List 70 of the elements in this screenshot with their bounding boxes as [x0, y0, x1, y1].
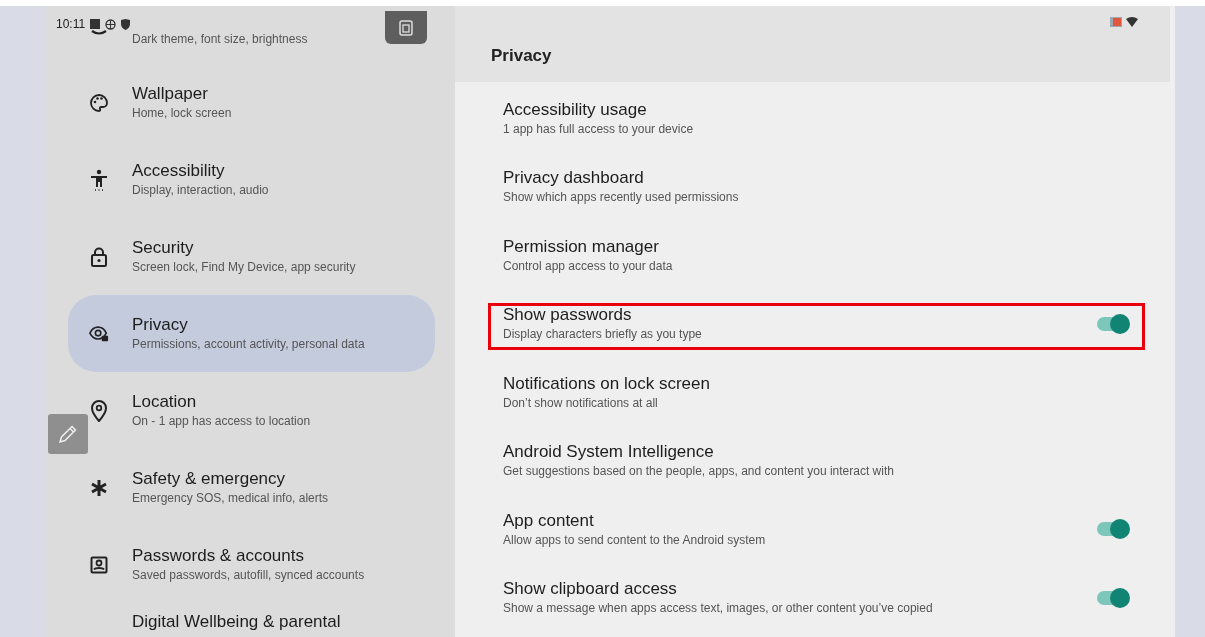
screenshot-button[interactable]	[385, 11, 427, 44]
item-subtitle: On - 1 app has access to location	[132, 413, 311, 430]
row-subtitle: Display characters briefly as you type	[503, 326, 703, 344]
sidebar-item[interactable]: Dark theme, font size, brightness	[68, 30, 435, 64]
edit-button[interactable]	[48, 414, 88, 454]
person-icon	[89, 168, 109, 191]
settings-row[interactable]: Accessibility usage 1 app has full access to your device	[455, 82, 1175, 151]
square-icon	[90, 19, 101, 29]
settings-row[interactable]: Show passwords Display characters briefly as you type	[455, 287, 1175, 356]
page-title: Privacy	[491, 46, 552, 66]
row-subtitle: Allow apps to send content to the Android system	[503, 531, 767, 549]
sidebar-item[interactable]: Digital Wellbeing & parental	[68, 603, 435, 637]
cast-icon	[1110, 17, 1122, 27]
sidebar-item[interactable]: Passwords & accounts Saved passwords, autofill, synced accounts	[68, 526, 435, 603]
shield-icon	[121, 18, 131, 30]
item-title: Security	[132, 237, 195, 258]
row-title: Accessibility usage	[503, 98, 648, 120]
toggle-switch[interactable]	[1097, 316, 1127, 331]
row-subtitle: Show a message when apps access text, images, or other content you’ve copied	[503, 600, 934, 618]
item-title: Wallpaper	[132, 83, 209, 104]
location-pin-icon	[91, 399, 107, 422]
settings-row[interactable]: Permission manager Control app access to your data	[455, 219, 1175, 288]
asterisk-icon	[90, 478, 108, 497]
item-title: Location	[132, 391, 198, 412]
toggle-switch[interactable]	[1097, 590, 1127, 605]
row-title: Android System Intelligence	[503, 441, 715, 463]
settings-row[interactable]: Show clipboard access Show a message when apps access text, images, or other content you’ve copied	[455, 561, 1175, 630]
globe-icon	[105, 18, 117, 30]
row-subtitle: Don’t show notifications at all	[503, 394, 659, 412]
row-subtitle: Get suggestions based on the people, apps, and content you interact with	[503, 463, 895, 481]
row-title: Show clipboard access	[503, 578, 678, 600]
settings-row[interactable]: Notifications on lock screen Don’t show notifications at all	[455, 356, 1175, 425]
item-title: Privacy	[132, 314, 189, 335]
settings-row[interactable]: Privacy dashboard Show which apps recently used permissions	[455, 150, 1175, 219]
item-subtitle: Display, interaction, audio	[132, 182, 269, 199]
row-title: Permission manager	[503, 235, 660, 257]
status-time: 10:11	[56, 17, 86, 31]
eye-lock-icon	[89, 324, 109, 343]
sidebar-item[interactable]: Privacy Permissions, account activity, personal data	[68, 295, 435, 372]
sidebar-item[interactable]: Location On - 1 app has access to location	[68, 372, 435, 449]
account-box-icon	[90, 555, 108, 574]
row-title: Show passwords	[503, 304, 633, 326]
row-title: Notifications on lock screen	[503, 372, 711, 394]
sidebar-item[interactable]: Security Screen lock, Find My Device, app security	[68, 218, 435, 295]
item-title: Digital Wellbeing & parental	[132, 611, 341, 632]
sidebar-item[interactable]: Wallpaper Home, lock screen	[68, 64, 435, 141]
lock-icon	[90, 246, 108, 267]
item-title: Safety & emergency	[132, 468, 287, 489]
row-title: App content	[503, 509, 595, 531]
row-subtitle: 1 app has full access to your device	[503, 120, 695, 138]
palette-icon	[89, 92, 109, 113]
row-title: Privacy dashboard	[503, 167, 645, 189]
row-subtitle: Control app access to your data	[503, 257, 674, 275]
item-subtitle: Emergency SOS, medical info, alerts	[132, 490, 329, 507]
toggle-switch[interactable]	[1097, 522, 1127, 537]
sidebar-item[interactable]: Accessibility Display, interaction, audio	[68, 141, 435, 218]
item-subtitle: Home, lock screen	[132, 105, 232, 122]
settings-row[interactable]: Android System Intelligence Get suggestions based on the people, apps, and content you interact with	[455, 424, 1175, 493]
item-subtitle: Dark theme, font size, brightness	[132, 31, 308, 48]
item-subtitle: Permissions, account activity, personal data	[132, 336, 365, 353]
row-subtitle: Show which apps recently used permissions	[503, 189, 740, 207]
item-title: Accessibility	[132, 160, 226, 181]
item-title: Passwords & accounts	[132, 545, 305, 566]
pencil-icon	[57, 423, 79, 445]
wifi-icon	[1126, 17, 1138, 27]
item-subtitle: Screen lock, Find My Device, app security	[132, 259, 356, 276]
item-subtitle: Saved passwords, autofill, synced accounts	[132, 567, 365, 584]
screenshot-icon	[399, 19, 413, 36]
settings-row[interactable]: App content Allow apps to send content to the Android system	[455, 493, 1175, 562]
sidebar-item[interactable]: Safety & emergency Emergency SOS, medical info, alerts	[68, 449, 435, 526]
